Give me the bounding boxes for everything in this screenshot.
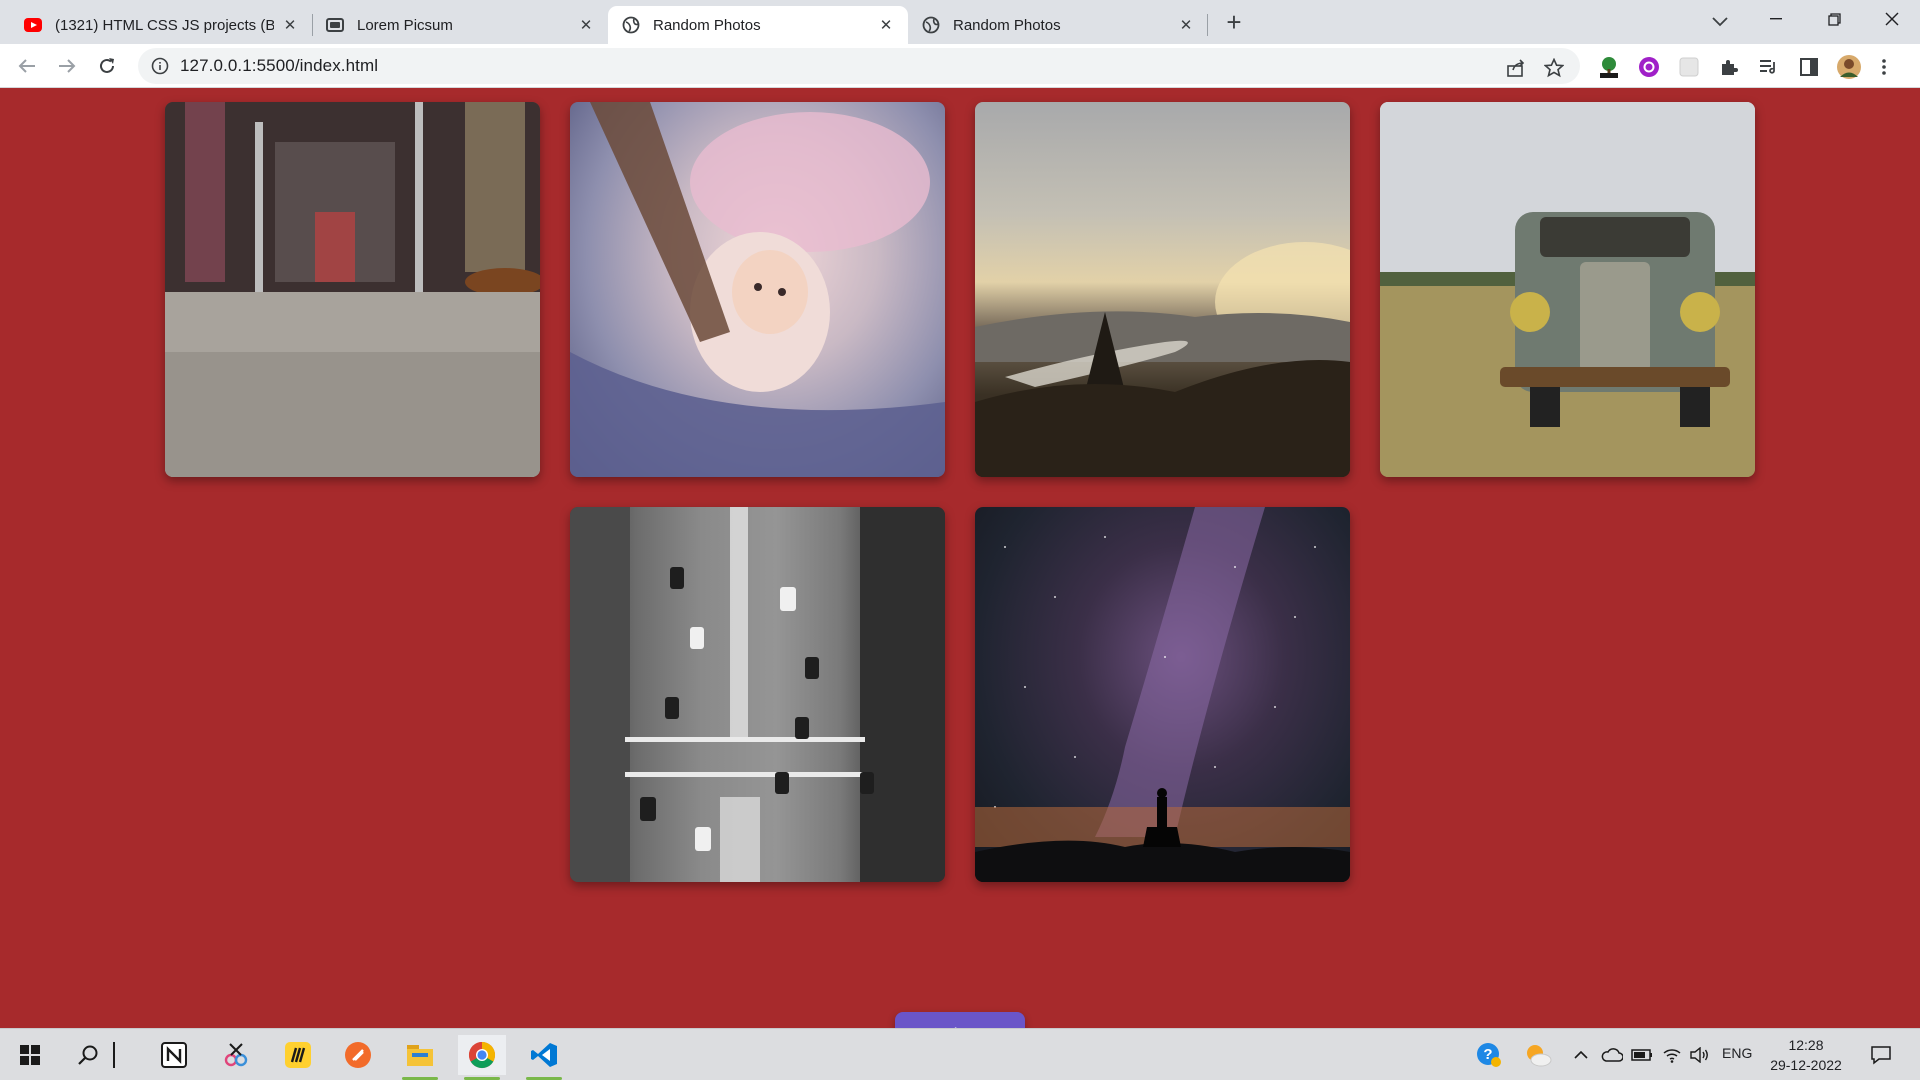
photo-rusty-truck[interactable] — [1380, 102, 1755, 477]
address-bar[interactable]: 127.0.0.1:5500/index.html — [138, 48, 1580, 84]
volume-icon[interactable] — [1688, 1039, 1712, 1071]
purple-extension-icon[interactable] — [1636, 54, 1662, 80]
picsum-icon — [326, 16, 344, 34]
tab-strip: (1321) HTML CSS JS projects (Beginner...… — [0, 0, 1920, 44]
orange-app-icon[interactable] — [334, 1035, 382, 1075]
photo-valley-sunset[interactable] — [975, 102, 1350, 477]
help-icon[interactable]: ? — [1474, 1039, 1504, 1071]
clock-date: 29-12-2022 — [1770, 1057, 1842, 1073]
restore-icon[interactable] — [1806, 0, 1862, 38]
grey-extension-icon[interactable] — [1676, 54, 1702, 80]
vscode-icon[interactable] — [520, 1035, 568, 1080]
tab-random-photos-active[interactable]: Random Photos ✕ — [608, 6, 908, 44]
new-tab-button[interactable]: + — [1220, 8, 1248, 36]
file-explorer-icon[interactable] — [396, 1035, 444, 1080]
photo-baby[interactable] — [570, 102, 945, 477]
close-tab-icon[interactable]: ✕ — [1176, 15, 1196, 35]
language-indicator[interactable]: ENG — [1722, 1045, 1752, 1061]
close-tab-icon[interactable]: ✕ — [576, 15, 596, 35]
tab-title: Random Photos — [953, 16, 1061, 34]
close-tab-icon[interactable]: ✕ — [876, 15, 896, 35]
puzzle-extensions-icon[interactable] — [1716, 54, 1742, 80]
html-tree-extension-icon[interactable] — [1596, 54, 1622, 80]
tab-lorem-picsum[interactable]: Lorem Picsum ✕ — [312, 6, 608, 44]
chrome-icon[interactable] — [458, 1035, 506, 1080]
snipping-tool-icon[interactable] — [212, 1035, 260, 1075]
youtube-icon — [24, 16, 42, 34]
wifi-icon[interactable] — [1660, 1039, 1684, 1071]
notion-icon[interactable] — [150, 1035, 198, 1075]
chevron-up-icon[interactable] — [1570, 1039, 1592, 1071]
reading-list-icon[interactable] — [1756, 54, 1782, 80]
share-icon[interactable] — [1504, 56, 1528, 80]
photo-gallery: Load More — [0, 88, 1920, 1057]
reload-icon[interactable] — [92, 51, 122, 81]
photo-train-floor[interactable] — [165, 102, 540, 477]
tab-search-chevron-icon[interactable] — [1706, 8, 1734, 36]
tab-youtube[interactable]: (1321) HTML CSS JS projects (Beginner...… — [10, 6, 312, 44]
tab-title: (1321) HTML CSS JS projects (Beginner... — [55, 16, 274, 34]
close-window-icon[interactable] — [1864, 0, 1920, 38]
minimize-icon[interactable] — [1748, 0, 1804, 38]
side-panel-icon[interactable] — [1796, 54, 1822, 80]
windows-taskbar: ? ENG 12:28 29-12-2022 — [0, 1028, 1920, 1080]
back-arrow-icon[interactable] — [12, 51, 42, 81]
tab-random-photos[interactable]: Random Photos ✕ — [908, 6, 1208, 44]
notifications-icon[interactable] — [1866, 1039, 1896, 1071]
close-tab-icon[interactable]: ✕ — [280, 15, 300, 35]
forward-arrow-icon[interactable] — [52, 51, 82, 81]
svg-text:?: ? — [1483, 1046, 1492, 1063]
globe-icon — [622, 16, 640, 34]
menu-kebab-icon[interactable] — [1876, 54, 1892, 80]
browser-toolbar: 127.0.0.1:5500/index.html — [0, 44, 1920, 88]
onedrive-cloud-icon[interactable] — [1600, 1039, 1624, 1071]
clock-time: 12:28 — [1788, 1037, 1824, 1053]
weather-icon[interactable] — [1522, 1039, 1554, 1071]
start-windows-icon[interactable] — [6, 1035, 54, 1075]
site-info-icon[interactable] — [150, 56, 170, 76]
extensions-row — [1596, 54, 1892, 80]
url-text[interactable]: 127.0.0.1:5500/index.html — [180, 56, 378, 76]
tab-title: Random Photos — [653, 16, 761, 34]
battery-icon[interactable] — [1630, 1039, 1654, 1071]
photo-milky-way[interactable] — [975, 507, 1350, 882]
miro-icon[interactable] — [274, 1035, 322, 1075]
profile-avatar[interactable] — [1836, 54, 1862, 80]
task-view-icon[interactable] — [104, 1035, 124, 1075]
tab-separator — [1207, 14, 1208, 36]
photo-aerial-road[interactable] — [570, 507, 945, 882]
bookmark-star-icon[interactable] — [1542, 56, 1566, 80]
system-clock[interactable]: 12:28 29-12-2022 — [1768, 1035, 1844, 1075]
globe-icon — [922, 16, 940, 34]
tab-title: Lorem Picsum — [357, 16, 453, 34]
